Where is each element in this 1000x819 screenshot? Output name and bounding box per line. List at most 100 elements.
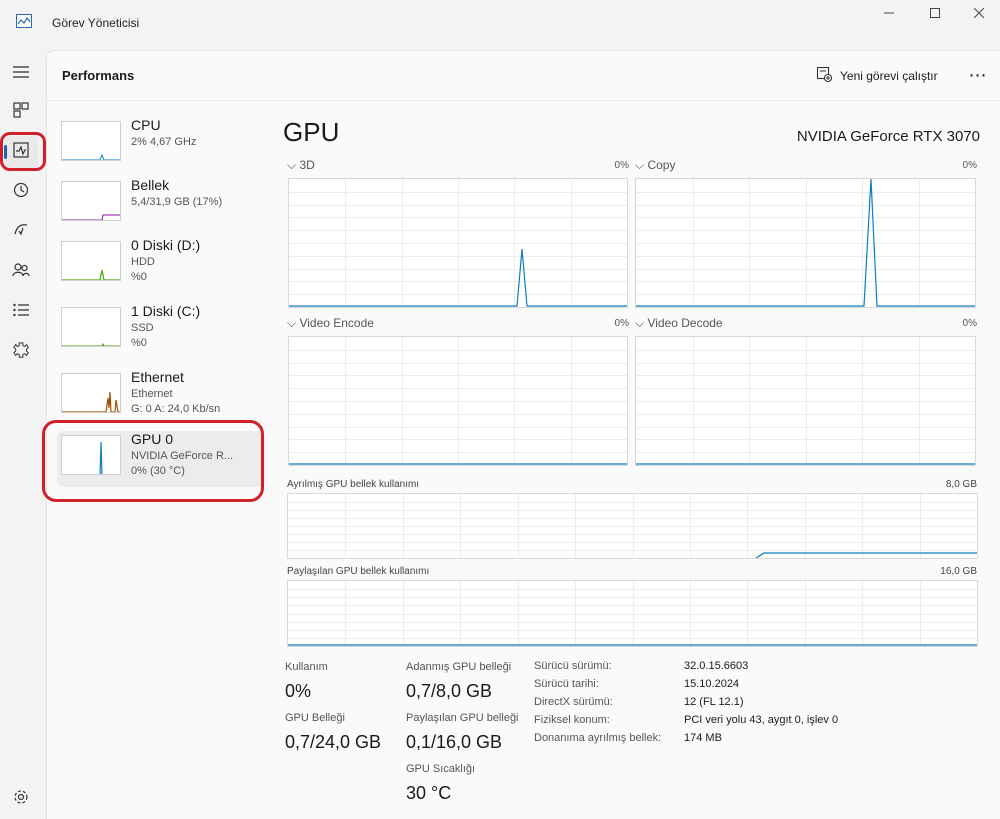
device-detail-2: %0 xyxy=(131,337,147,349)
engine-video-encode-graph xyxy=(288,336,628,466)
engine-video-encode-label[interactable]: ⌵ Video Encode xyxy=(287,316,374,331)
engine-video-decode-pct: 0% xyxy=(962,318,977,329)
gpu-title: GPU xyxy=(283,117,340,147)
more-options-button[interactable]: ⋯ xyxy=(965,64,991,86)
main-panel: Performans Yeni görevi çalıştır ⋯ CPU 2% … xyxy=(46,50,1000,819)
new-task-icon xyxy=(816,66,833,85)
gpu-model: NVIDIA GeForce RTX 3070 xyxy=(796,128,980,145)
engine-copy-line xyxy=(636,179,975,307)
gpu-memory-label: GPU Belleği xyxy=(285,712,345,724)
device-item-0-diski-d[interactable]: 0 Diski (D:) HDD %0 xyxy=(57,237,265,293)
page-title: Performans xyxy=(62,68,135,83)
info-value: 174 MB xyxy=(684,732,722,744)
device-detail-1: 5,4/31,9 GB (17%) xyxy=(131,196,223,208)
info-key: Sürücü sürümü: xyxy=(534,660,612,672)
performance-icon xyxy=(13,141,29,163)
utilization-value: 0% xyxy=(285,681,312,701)
device-detail-1: HDD xyxy=(131,256,155,268)
device-thumbnail-graph xyxy=(61,241,121,281)
page-header: Performans Yeni görevi çalıştır ⋯ xyxy=(47,51,1000,101)
nav-processes[interactable] xyxy=(4,96,38,128)
info-key: DirectX sürümü: xyxy=(534,696,613,708)
info-key: Donanıma ayrılmış bellek: xyxy=(534,732,662,744)
device-item-1-diski-c[interactable]: 1 Diski (C:) SSD %0 xyxy=(57,303,265,359)
engine-copy-label[interactable]: ⌵ Copy xyxy=(635,158,675,173)
device-detail-1: 2% 4,67 GHz xyxy=(131,136,197,148)
device-item-cpu[interactable]: CPU 2% 4,67 GHz xyxy=(57,117,265,173)
engine-3d-pct: 0% xyxy=(614,160,629,171)
run-new-task-button[interactable]: Yeni görevi çalıştır xyxy=(816,66,938,86)
gpu-memory-value: 0,7/24,0 GB xyxy=(285,732,382,752)
device-detail-1: Ethernet xyxy=(131,388,173,400)
device-detail-2: 0% (30 °C) xyxy=(131,465,185,477)
users-icon xyxy=(12,262,30,283)
device-item-ethernet[interactable]: Ethernet Ethernet G: 0 A: 24,0 Kb/sn xyxy=(57,369,265,425)
nav-users[interactable] xyxy=(4,256,38,288)
utilization-label: Kullanım xyxy=(285,661,328,673)
shared-memory-stat-label: Paylaşılan GPU belleği xyxy=(406,712,519,724)
window-title: Görev Yöneticisi xyxy=(52,16,140,30)
maximize-button[interactable] xyxy=(912,0,958,26)
nav-services[interactable] xyxy=(4,336,38,368)
info-key: Fiziksel konum: xyxy=(534,714,610,726)
shared-memory-stat-value: 0,1/16,0 GB xyxy=(406,732,503,752)
task-manager-app-icon xyxy=(16,14,32,28)
engine-copy-graph xyxy=(635,178,976,308)
device-thumbnail-graph xyxy=(61,307,121,347)
shared-memory-label: Paylaşılan GPU bellek kullanımı xyxy=(287,566,430,577)
services-icon xyxy=(13,341,29,363)
dedicated-memory-max: 8,0 GB xyxy=(945,479,977,490)
nav-settings[interactable] xyxy=(4,783,38,815)
device-name: 0 Diski (D:) xyxy=(131,237,201,253)
details-icon xyxy=(13,303,29,322)
info-value: PCI veri yolu 43, aygıt 0, işlev 0 xyxy=(684,714,839,726)
device-detail-1: NVIDIA GeForce R... xyxy=(131,450,234,462)
device-detail-2: %0 xyxy=(131,271,147,283)
gpu-temperature-label: GPU Sıcaklığı xyxy=(406,763,476,775)
nav-performance[interactable] xyxy=(4,136,38,168)
title-bar: Görev Yöneticisi xyxy=(0,0,1000,46)
dedicated-memory-label: Ayrılmış GPU bellek kullanımı xyxy=(287,479,420,490)
run-new-task-label: Yeni görevi çalıştır xyxy=(840,69,938,83)
dedicated-memory-line xyxy=(755,552,977,558)
engine-video-decode-graph xyxy=(635,336,976,466)
processes-icon xyxy=(13,101,29,123)
device-thumbnail-graph xyxy=(61,181,121,221)
gpu-temperature-value: 30 °C xyxy=(406,783,452,803)
shared-memory-graph xyxy=(287,580,978,647)
nav-details[interactable] xyxy=(4,296,38,328)
nav-app-history[interactable] xyxy=(4,176,38,208)
hamburger-menu-button[interactable] xyxy=(4,58,38,90)
shared-memory-max: 16,0 GB xyxy=(940,566,977,577)
nav-startup-apps[interactable] xyxy=(4,216,38,248)
device-name: Ethernet xyxy=(131,369,184,385)
dedicated-memory-graph xyxy=(287,493,978,559)
close-button[interactable] xyxy=(956,0,1000,26)
device-name: 1 Diski (C:) xyxy=(131,303,201,319)
dedicated-memory-stat-value: 0,7/8,0 GB xyxy=(406,681,493,701)
device-name: Bellek xyxy=(131,177,170,193)
info-value: 15.10.2024 xyxy=(684,678,740,690)
device-detail-1: SSD xyxy=(131,322,154,334)
settings-icon xyxy=(13,789,29,810)
app-history-icon xyxy=(13,182,29,203)
minimize-button[interactable] xyxy=(866,0,912,26)
startup-apps-icon xyxy=(13,222,29,243)
nav-rail xyxy=(0,46,46,819)
info-value: 12 (FL 12.1) xyxy=(684,696,744,708)
engine-copy-pct: 0% xyxy=(962,160,977,171)
info-value: 32.0.15.6603 xyxy=(684,660,749,672)
device-name: GPU 0 xyxy=(131,431,174,447)
engine-3d-label[interactable]: ⌵ 3D xyxy=(287,158,315,173)
device-thumbnail-graph xyxy=(61,373,121,413)
engine-3d-graph xyxy=(288,178,628,308)
device-detail-2: G: 0 A: 24,0 Kb/sn xyxy=(131,403,221,415)
device-thumbnail-graph xyxy=(61,435,121,475)
device-item-gpu-0[interactable]: GPU 0 NVIDIA GeForce R... 0% (30 °C) xyxy=(57,431,265,487)
device-item-bellek[interactable]: Bellek 5,4/31,9 GB (17%) xyxy=(57,177,265,233)
device-name: CPU xyxy=(131,117,161,133)
info-key: Sürücü tarihi: xyxy=(534,678,599,690)
engine-video-encode-pct: 0% xyxy=(614,318,629,329)
dedicated-memory-stat-label: Adanmış GPU belleği xyxy=(406,661,512,673)
engine-video-decode-label[interactable]: ⌵ Video Decode xyxy=(635,316,723,331)
